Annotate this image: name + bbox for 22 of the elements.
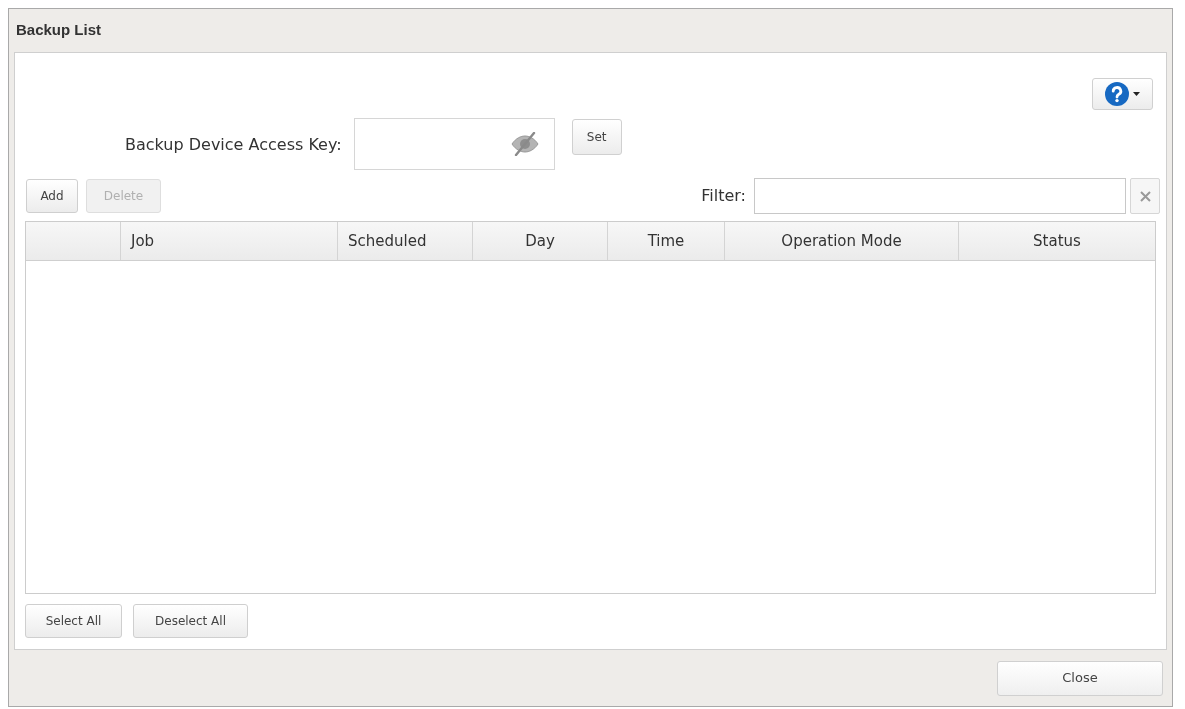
help-button[interactable]: [1092, 78, 1153, 110]
eye-slash-icon[interactable]: [509, 132, 540, 156]
add-button[interactable]: Add: [26, 179, 78, 213]
clear-filter-button[interactable]: [1130, 178, 1160, 214]
column-header[interactable]: Status: [959, 222, 1155, 260]
column-header[interactable]: Job: [121, 222, 338, 260]
close-button[interactable]: Close: [997, 660, 1163, 696]
column-header[interactable]: Operation Mode: [725, 222, 959, 260]
deselect-all-button[interactable]: Deselect All: [133, 604, 248, 638]
access-key-label: Backup Device Access Key:: [125, 134, 342, 156]
column-header[interactable]: Scheduled: [338, 222, 473, 260]
filter-label: Filter:: [701, 185, 746, 207]
access-key-field[interactable]: [353, 118, 555, 170]
column-header[interactable]: Day: [473, 222, 608, 260]
window-title: Backup List: [16, 20, 102, 41]
filter-field[interactable]: [754, 178, 1126, 214]
help-icon: [1105, 82, 1129, 106]
column-header[interactable]: Time: [608, 222, 725, 260]
close-icon: [1139, 190, 1151, 202]
select-all-button[interactable]: Select All: [25, 604, 122, 638]
caret-icon: [1133, 92, 1140, 96]
set-button[interactable]: Set: [571, 119, 622, 155]
